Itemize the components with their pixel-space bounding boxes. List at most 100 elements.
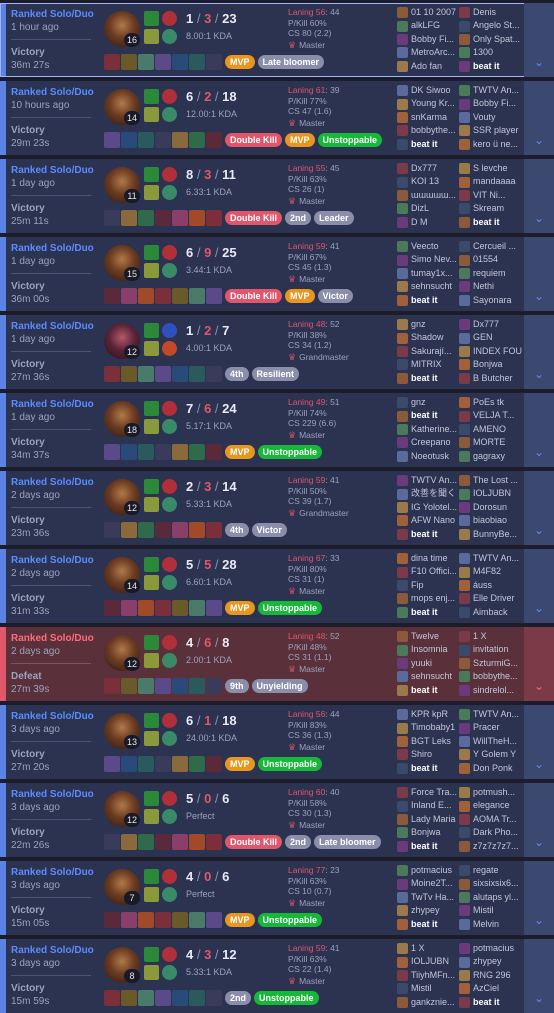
player-name[interactable]: TwTv Ha...	[411, 891, 461, 904]
player-row[interactable]: Fip	[397, 579, 461, 592]
player-name[interactable]: gnz	[411, 318, 461, 331]
player-row[interactable]: SzturmiG...	[459, 657, 523, 670]
player-row[interactable]: Sakurají...	[397, 345, 461, 358]
player-row[interactable]: GEN	[459, 331, 523, 344]
item-slot-icon[interactable]	[206, 600, 222, 616]
item-slot-icon[interactable]	[121, 444, 137, 460]
summoner-spell-flash-icon[interactable]	[144, 245, 159, 260]
player-row[interactable]: beat it	[459, 996, 523, 1009]
player-name[interactable]: beat it	[411, 294, 461, 307]
summoner-spell-flash-icon[interactable]	[144, 947, 159, 962]
player-row[interactable]: Katherine...	[397, 423, 461, 436]
item-slot-icon[interactable]	[138, 288, 154, 304]
secondary-rune-icon[interactable]	[162, 263, 177, 278]
player-name[interactable]: WillTheH...	[473, 735, 523, 748]
player-row[interactable]: Dark Pho...	[459, 826, 523, 839]
player-name[interactable]: 1300	[473, 46, 523, 59]
player-row[interactable]: Veecto	[397, 240, 461, 253]
player-name[interactable]: VIT Ni...	[473, 189, 523, 202]
player-row[interactable]: gnz	[397, 396, 461, 409]
item-slot-icon[interactable]	[121, 522, 137, 538]
player-row[interactable]: bobbythe...	[397, 124, 461, 137]
player-name[interactable]: MetroArc...	[411, 46, 461, 59]
summoner-spell-ghost-icon[interactable]	[144, 497, 159, 512]
player-row[interactable]: MetroArc...	[397, 46, 461, 59]
item-slot-icon[interactable]	[172, 912, 188, 928]
player-row[interactable]: invitation	[459, 643, 523, 656]
player-name[interactable]: sehnsucht	[411, 670, 461, 683]
player-name[interactable]: mandaaaa	[473, 175, 523, 188]
keystone-rune-icon[interactable]	[162, 323, 177, 338]
player-name[interactable]: yuuki	[411, 657, 461, 670]
expand-button[interactable]: ⌄	[524, 3, 554, 77]
item-slot-icon[interactable]	[121, 366, 137, 382]
player-name[interactable]: Shiro	[411, 748, 461, 761]
item-slot-icon[interactable]	[121, 600, 137, 616]
player-row[interactable]: Mistil	[397, 982, 461, 995]
keystone-rune-icon[interactable]	[162, 713, 177, 728]
player-name[interactable]: TWTV An...	[473, 84, 523, 97]
player-row[interactable]: 1 X	[397, 942, 461, 955]
keystone-rune-icon[interactable]	[162, 791, 177, 806]
player-name[interactable]: Noeotusk	[411, 450, 461, 463]
player-row[interactable]: sixsixsix6...	[459, 877, 523, 890]
item-slot-icon[interactable]	[172, 600, 188, 616]
player-row[interactable]: tumay1x...	[397, 267, 461, 280]
player-row[interactable]: beat it	[397, 684, 461, 697]
player-row[interactable]: alkLFG	[397, 19, 461, 32]
player-row[interactable]: Melvin	[459, 918, 523, 931]
item-slot-icon[interactable]	[206, 678, 222, 694]
item-slot-icon[interactable]	[189, 834, 205, 850]
player-name[interactable]: gankznie...	[411, 996, 461, 1009]
player-row[interactable]: Shiro	[397, 748, 461, 761]
player-name[interactable]: 01554	[473, 253, 523, 266]
item-slot-icon[interactable]	[121, 678, 137, 694]
match-card[interactable]: Ranked Solo/Duo 3 days ago Victory 15m 05s 7…	[0, 861, 554, 935]
summoner-spell-flash-icon[interactable]	[144, 791, 159, 806]
keystone-rune-icon[interactable]	[162, 89, 177, 104]
secondary-rune-icon[interactable]	[162, 107, 177, 122]
player-row[interactable]: Don Ponk	[459, 762, 523, 775]
player-name[interactable]: AMENO	[473, 423, 523, 436]
player-row[interactable]: beat it	[397, 138, 461, 151]
player-name[interactable]: Dx777	[473, 318, 523, 331]
player-row[interactable]: elegance	[459, 799, 523, 812]
player-name[interactable]: Bonjwa	[411, 826, 461, 839]
player-row[interactable]: beat it	[397, 762, 461, 775]
player-row[interactable]: bobbythe...	[459, 670, 523, 683]
player-name[interactable]: Sakurají...	[411, 345, 461, 358]
player-name[interactable]: Moine2T...	[411, 877, 461, 890]
player-name[interactable]: BGT Leks	[411, 735, 461, 748]
player-row[interactable]: zhypey	[397, 904, 461, 917]
player-name[interactable]: 改善を聞く	[411, 487, 461, 500]
player-name[interactable]: Aimback	[473, 606, 523, 619]
item-slot-icon[interactable]	[155, 912, 171, 928]
player-row[interactable]: mandaaaa	[459, 175, 523, 188]
item-slot-icon[interactable]	[206, 444, 222, 460]
summoner-spell-ghost-icon[interactable]	[144, 29, 159, 44]
player-row[interactable]: Lady Maria	[397, 813, 461, 826]
player-row[interactable]: snKarma	[397, 111, 461, 124]
player-name[interactable]: potmacius	[473, 942, 523, 955]
expand-button[interactable]: ⌄	[524, 549, 554, 623]
player-row[interactable]: Force Tra...	[397, 786, 461, 799]
player-row[interactable]: Elle Driver	[459, 592, 523, 605]
player-name[interactable]: invitation	[473, 643, 523, 656]
player-row[interactable]: biaobiao	[459, 514, 523, 527]
expand-button[interactable]: ⌄	[524, 237, 554, 311]
secondary-rune-icon[interactable]	[162, 185, 177, 200]
player-row[interactable]: beat it	[397, 840, 461, 853]
item-slot-icon[interactable]	[155, 600, 171, 616]
player-name[interactable]: beat it	[411, 918, 461, 931]
expand-button[interactable]: ⌄	[524, 783, 554, 857]
summoner-spell-ghost-icon[interactable]	[144, 809, 159, 824]
match-card[interactable]: Ranked Solo/Duo 1 day ago Victory 36m 00s 15…	[0, 237, 554, 311]
player-name[interactable]: IOLJUBN	[473, 487, 523, 500]
item-slot-icon[interactable]	[138, 834, 154, 850]
player-name[interactable]: Vouty	[473, 111, 523, 124]
item-slot-icon[interactable]	[189, 444, 205, 460]
player-name[interactable]: beat it	[411, 684, 461, 697]
player-row[interactable]: VELJA T...	[459, 409, 523, 422]
item-slot-icon[interactable]	[172, 132, 188, 148]
keystone-rune-icon[interactable]	[162, 869, 177, 884]
